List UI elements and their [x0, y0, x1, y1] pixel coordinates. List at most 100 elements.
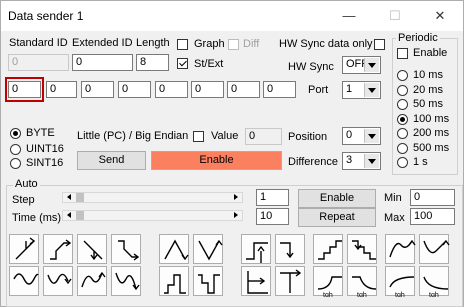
step-slider[interactable]	[62, 192, 243, 203]
svg-text:tgh: tgh	[323, 292, 333, 297]
byte-input-2[interactable]: 0	[81, 81, 114, 98]
sine-up-button[interactable]	[77, 266, 107, 296]
focus-outline	[5, 77, 44, 102]
rate-radio-0[interactable]	[397, 70, 408, 81]
step-up-ramp-button[interactable]	[43, 234, 73, 264]
step-down-ramp-button[interactable]	[111, 234, 141, 264]
byte-input-1[interactable]: 0	[46, 81, 77, 98]
triangle-up-icon	[164, 239, 189, 261]
periodic-enable-checkbox[interactable]	[397, 48, 408, 59]
sine-down-button[interactable]	[111, 266, 141, 296]
hw-sync-label: HW Sync	[288, 61, 334, 73]
rate-label-0: 10 ms	[413, 69, 443, 81]
tgh-rise-icon: tgh	[317, 276, 342, 297]
endian-checkbox[interactable]	[193, 131, 204, 142]
tgh-exp-rise-button[interactable]: tgh	[385, 266, 415, 297]
pulse-up-arrow-button[interactable]	[241, 234, 271, 264]
step-slider-thumb[interactable]	[76, 193, 84, 202]
cosine-wave-icon	[47, 273, 72, 285]
time-value[interactable]: 10	[256, 208, 289, 225]
curve-up-down-button[interactable]	[385, 234, 416, 264]
graph-checkbox[interactable]	[177, 39, 188, 50]
close-button[interactable]: ✕	[417, 1, 463, 31]
auto-enable-button[interactable]: Enable	[298, 189, 376, 208]
uint16-radio[interactable]	[10, 144, 21, 155]
byte-radio[interactable]	[10, 128, 21, 139]
curve-up-down-icon	[389, 239, 416, 258]
time-slider[interactable]	[62, 210, 243, 221]
time-label: Time (ms)	[12, 212, 62, 224]
pulse-down-arrow-button[interactable]	[275, 234, 305, 264]
value-input[interactable]: 0	[245, 128, 282, 145]
rate-radio-4[interactable]	[397, 128, 408, 139]
tgh-rise-button[interactable]: tgh	[313, 266, 343, 297]
arrow-left-icon[interactable]	[64, 212, 71, 218]
byte-input-7[interactable]: 0	[263, 81, 296, 98]
stairs-down-button[interactable]	[347, 234, 377, 264]
triangle-down-button[interactable]	[193, 234, 223, 264]
byte-input-6[interactable]: 0	[227, 81, 260, 98]
rate-label-5: 500 ms	[413, 142, 450, 154]
rate-radio-1[interactable]	[397, 85, 408, 96]
triangle-up-button[interactable]	[159, 234, 189, 264]
send-button[interactable]: Send	[77, 151, 146, 170]
standard-id-input[interactable]: 0	[8, 54, 69, 71]
sine-wave-button[interactable]	[9, 266, 39, 296]
tgh-exp-fall-icon: tgh	[423, 276, 449, 297]
ramp-down-icon	[83, 240, 103, 261]
step-label: Step	[12, 194, 35, 206]
tgh-fall-button[interactable]: tgh	[347, 266, 377, 297]
stairs-up-button[interactable]	[313, 234, 343, 264]
svg-text:tgh: tgh	[357, 292, 367, 297]
st-ext-checkbox[interactable]	[177, 58, 188, 69]
square-dip-button[interactable]	[193, 266, 223, 296]
difference-label: Difference	[288, 156, 338, 168]
ramp-up-button[interactable]	[9, 234, 39, 264]
maximize-button[interactable]: ☐	[372, 1, 418, 31]
ramp-down-button[interactable]	[77, 234, 107, 264]
rate-radio-6[interactable]	[397, 157, 408, 168]
step-right-button[interactable]	[241, 266, 271, 296]
ramp-up-icon	[15, 237, 36, 260]
extended-id-input[interactable]: 0	[72, 54, 133, 71]
hw-sync-only-checkbox[interactable]	[374, 39, 385, 50]
byte-input-5[interactable]: 0	[191, 81, 224, 98]
length-input[interactable]: 8	[136, 54, 169, 71]
step-value[interactable]: 1	[256, 189, 289, 206]
step-drop-button[interactable]	[275, 266, 305, 296]
time-slider-thumb[interactable]	[76, 211, 84, 220]
square-pulse-button[interactable]	[159, 266, 189, 296]
byte-input-3[interactable]: 0	[118, 81, 151, 98]
port-combo[interactable]: 1	[342, 81, 381, 99]
arrow-left-icon[interactable]	[64, 194, 71, 200]
svg-text:tgh: tgh	[395, 292, 405, 297]
tgh-exp-fall-button[interactable]: tgh	[419, 266, 449, 297]
periodic-title: Periodic	[396, 32, 440, 44]
window-title: Data sender 1	[8, 9, 84, 23]
min-input[interactable]: 0	[410, 189, 455, 206]
rate-radio-2[interactable]	[397, 99, 408, 110]
diff-checkbox[interactable]	[228, 39, 239, 50]
st-ext-label: St/Ext	[194, 58, 224, 70]
triangle-down-icon	[198, 239, 223, 261]
rate-radio-3[interactable]	[397, 114, 408, 125]
sint16-radio[interactable]	[10, 158, 21, 169]
standard-id-label: Standard ID	[9, 37, 68, 49]
arrow-right-icon[interactable]	[234, 212, 241, 218]
rate-radio-5[interactable]	[397, 143, 408, 154]
byte-radio-label: BYTE	[26, 127, 55, 139]
position-combo[interactable]: 0	[342, 127, 381, 145]
hw-sync-only-label: HW Sync data only	[279, 38, 373, 50]
extended-id-label: Extended ID	[72, 37, 133, 49]
arrow-right-icon[interactable]	[234, 194, 241, 200]
difference-combo[interactable]: 3	[342, 152, 381, 170]
max-input[interactable]: 100	[410, 208, 455, 225]
curve-down-up-button[interactable]	[419, 234, 450, 264]
byte-input-4[interactable]: 0	[155, 81, 188, 98]
cosine-wave-button[interactable]	[43, 266, 73, 296]
repeat-button[interactable]: Repeat	[298, 208, 376, 227]
min-label: Min	[384, 192, 402, 204]
enable-send-button[interactable]: Enable	[151, 151, 282, 170]
minimize-button[interactable]: —	[326, 1, 372, 31]
hw-sync-combo[interactable]: OFF	[342, 56, 381, 74]
